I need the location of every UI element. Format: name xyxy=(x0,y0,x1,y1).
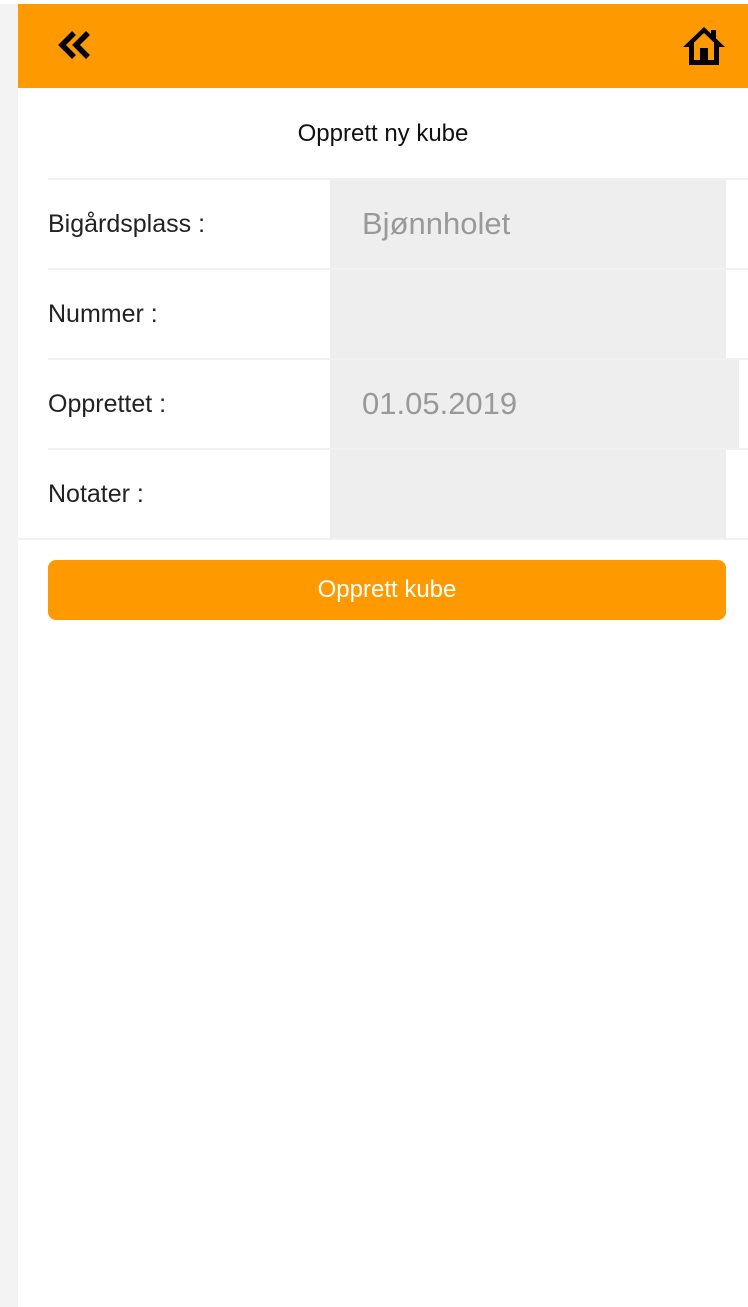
form-row-number: Nummer : xyxy=(18,270,748,360)
notes-field[interactable] xyxy=(330,450,726,538)
create-hive-form: Bigårdsplass : Nummer : Opprettet : Nota… xyxy=(18,178,748,540)
back-button[interactable] xyxy=(50,20,100,70)
number-field[interactable] xyxy=(330,270,726,358)
app-header xyxy=(18,4,748,88)
number-label: Nummer : xyxy=(48,299,158,328)
page-left-edge xyxy=(0,0,18,1307)
apiary-label: Bigårdsplass : xyxy=(48,209,206,238)
form-row-created: Opprettet : xyxy=(18,360,748,450)
home-button[interactable] xyxy=(678,20,730,72)
page-title: Opprett ny kube xyxy=(297,120,469,147)
notes-label: Notater : xyxy=(48,479,144,508)
double-chevron-left-icon xyxy=(58,31,90,59)
created-label: Opprettet : xyxy=(48,389,167,418)
home-icon xyxy=(683,27,725,65)
apiary-field[interactable] xyxy=(330,180,726,268)
created-date-field[interactable] xyxy=(330,360,739,448)
create-hive-button[interactable]: Opprett kube xyxy=(48,560,726,620)
form-row-notes: Notater : xyxy=(18,450,748,540)
form-row-apiary: Bigårdsplass : xyxy=(18,180,748,270)
